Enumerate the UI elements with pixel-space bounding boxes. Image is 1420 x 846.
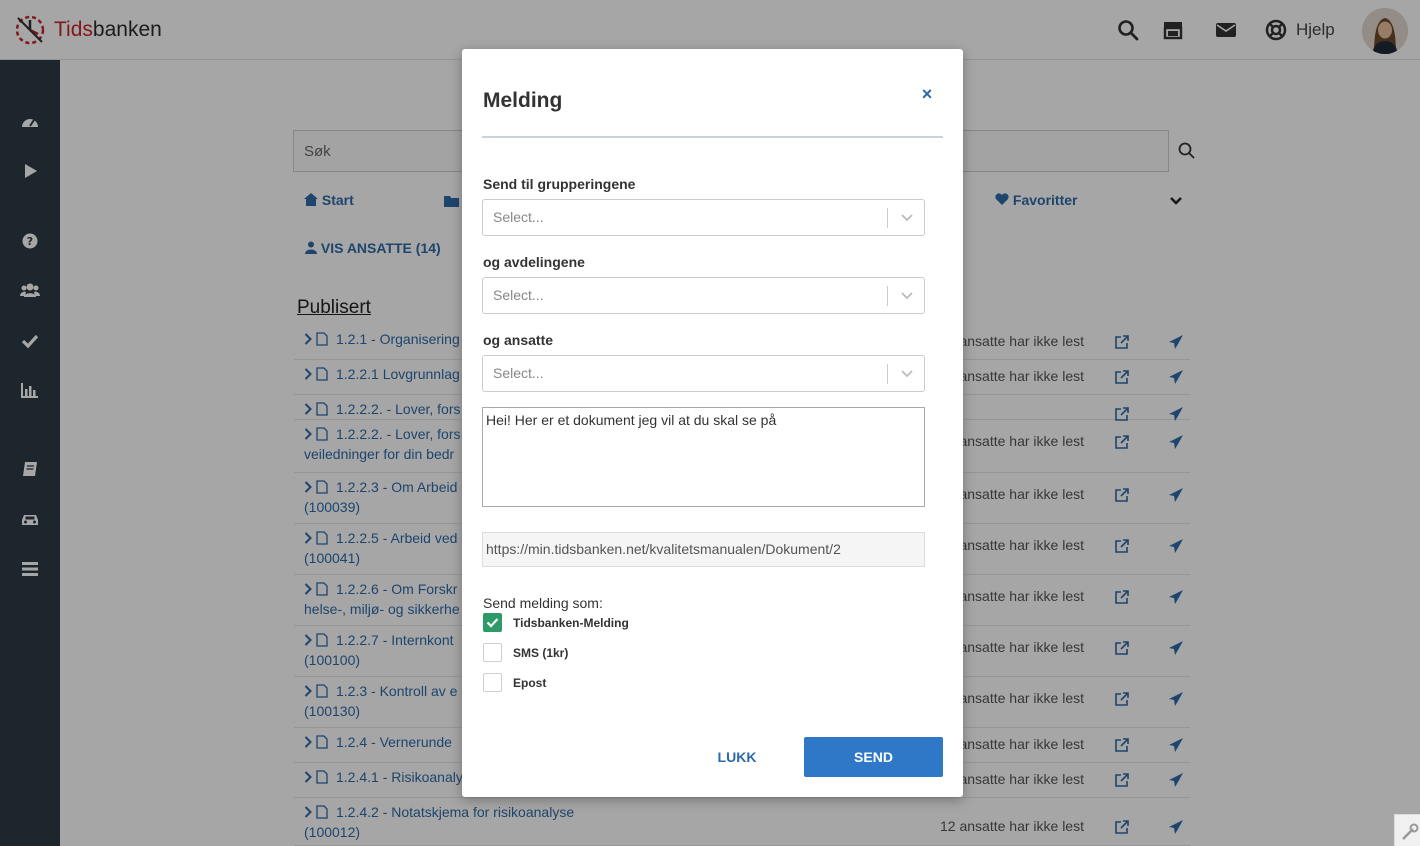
- chevron-down-icon[interactable]: [900, 289, 914, 303]
- employees-label: og ansatte: [483, 332, 554, 348]
- option-epost-label[interactable]: Epost: [513, 676, 546, 690]
- message-textarea[interactable]: Hei! Her er et dokument jeg vil at du sk…: [482, 407, 925, 507]
- message-modal: Melding × Send til grupperingene Select.…: [462, 49, 963, 797]
- send-button[interactable]: SEND: [804, 737, 943, 777]
- groups-label: Send til grupperingene: [483, 176, 636, 192]
- document-link-field[interactable]: https://min.tidsbanken.net/kvalitetsmanu…: [482, 532, 925, 567]
- checkbox-tidsbanken-melding[interactable]: [483, 613, 502, 632]
- send-as-label: Send melding som:: [483, 595, 603, 611]
- close-icon[interactable]: ×: [918, 85, 936, 103]
- option-sms-label[interactable]: SMS (1kr): [513, 646, 568, 660]
- chevron-down-icon[interactable]: [900, 211, 914, 225]
- check-icon: [486, 618, 499, 628]
- groups-select-placeholder: Select...: [493, 209, 544, 225]
- select-separator: [887, 364, 888, 384]
- departments-select[interactable]: Select...: [482, 277, 925, 314]
- employees-select-placeholder: Select...: [493, 365, 544, 381]
- modal-divider: [482, 136, 943, 138]
- checkbox-sms[interactable]: [483, 643, 502, 662]
- close-button[interactable]: LUKK: [704, 737, 770, 777]
- groups-select[interactable]: Select...: [482, 199, 925, 236]
- checkbox-epost[interactable]: [483, 673, 502, 692]
- option-tidsbanken-melding-label[interactable]: Tidsbanken-Melding: [513, 616, 629, 630]
- wrench-icon[interactable]: [1394, 814, 1420, 846]
- departments-label: og avdelingene: [483, 254, 585, 270]
- select-separator: [887, 208, 888, 228]
- employees-select[interactable]: Select...: [482, 355, 925, 392]
- chevron-down-icon[interactable]: [900, 367, 914, 381]
- select-separator: [887, 286, 888, 306]
- departments-select-placeholder: Select...: [493, 287, 544, 303]
- modal-title: Melding: [483, 89, 563, 112]
